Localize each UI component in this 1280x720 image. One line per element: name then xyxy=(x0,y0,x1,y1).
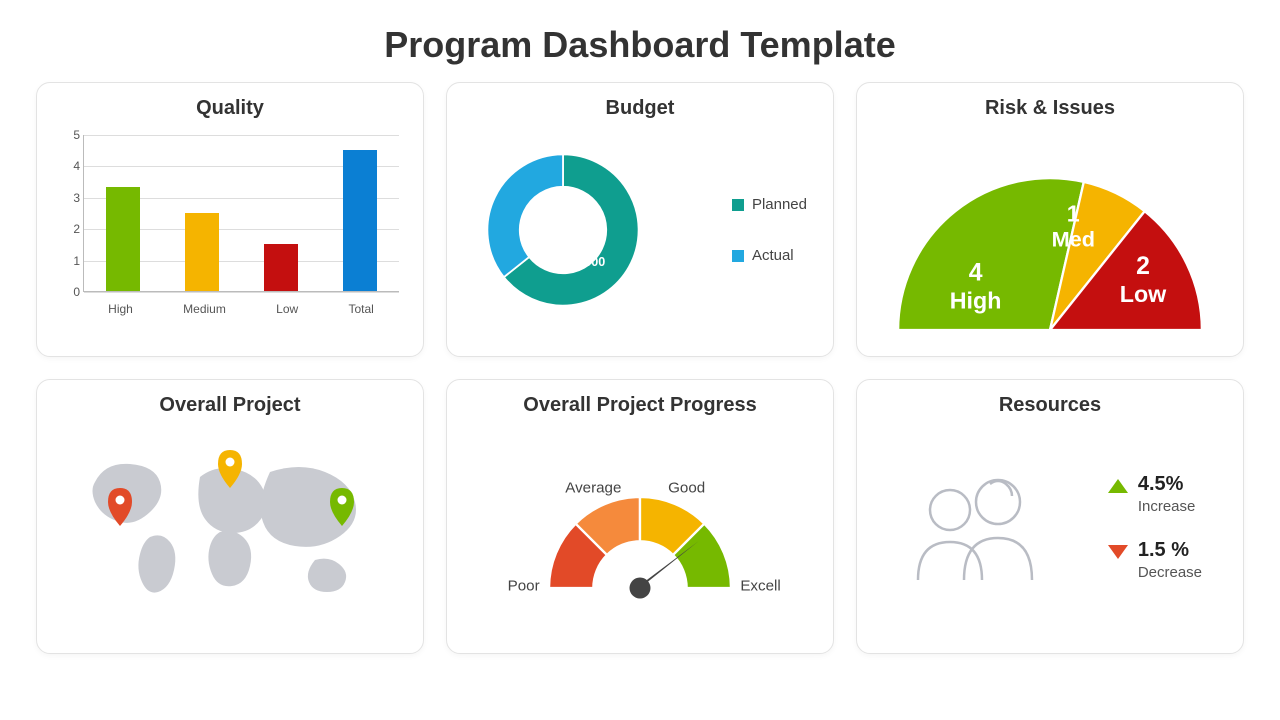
card-title-overall: Overall Project xyxy=(53,394,407,417)
quality-bar-chart: 012345 HighMediumLowTotal xyxy=(53,130,407,320)
risk-med-n: 1 xyxy=(1067,201,1080,227)
card-title-risk: Risk & Issues xyxy=(873,97,1227,120)
risk-low-l: Low xyxy=(1120,281,1167,307)
card-title-quality: Quality xyxy=(53,97,407,120)
card-budget: Budget 25000 45000 Planned Actual xyxy=(446,82,834,357)
increase-label: Increase xyxy=(1138,498,1196,515)
card-risk: Risk & Issues 4 High 1 Med 2 Low xyxy=(856,82,1244,357)
svg-text:25000: 25000 xyxy=(532,197,567,211)
legend-actual: Actual xyxy=(752,247,794,264)
xlabel: High xyxy=(108,302,133,316)
dashboard-grid: Quality 012345 HighMediumLowTotal Budget… xyxy=(0,82,1280,654)
card-quality: Quality 012345 HighMediumLowTotal xyxy=(36,82,424,357)
card-overall: Overall Project xyxy=(36,379,424,654)
budget-legend: Planned Actual xyxy=(732,196,807,264)
people-icon xyxy=(898,462,1048,592)
resource-increase: 4.5% Increase xyxy=(1108,473,1202,515)
card-resources: Resources 4.5% Increase xyxy=(856,379,1244,654)
page-title: Program Dashboard Template xyxy=(0,0,1280,82)
decrease-label: Decrease xyxy=(1138,564,1202,581)
bar-medium xyxy=(185,213,219,292)
risk-high-n: 4 xyxy=(969,259,983,286)
bar-low xyxy=(264,244,298,291)
label-poor: Poor xyxy=(508,577,540,594)
increase-value: 4.5% xyxy=(1138,473,1196,496)
decrease-value: 1.5 % xyxy=(1138,539,1202,562)
svg-text:45000: 45000 xyxy=(570,255,605,269)
label-excellent: Excellent xyxy=(740,577,780,594)
bar-high xyxy=(106,187,140,291)
risk-low-n: 2 xyxy=(1136,253,1150,280)
risk-high-l: High xyxy=(950,287,1002,313)
resource-decrease: 1.5 % Decrease xyxy=(1108,539,1202,581)
budget-donut: 25000 45000 xyxy=(473,140,653,320)
xlabel: Total xyxy=(348,302,373,316)
label-good: Good xyxy=(668,479,705,496)
card-title-progress: Overall Project Progress xyxy=(463,394,817,417)
triangle-down-icon xyxy=(1108,545,1128,559)
triangle-up-icon xyxy=(1108,479,1128,493)
bar-total xyxy=(343,150,377,291)
risk-gauge: 4 High 1 Med 2 Low xyxy=(873,130,1227,330)
xlabel: Medium xyxy=(183,302,226,316)
legend-planned: Planned xyxy=(752,196,807,213)
progress-gauge: Poor Average Good Excellent xyxy=(463,427,817,632)
risk-med-l: Med xyxy=(1052,226,1095,251)
card-progress: Overall Project Progress Poor Average Go… xyxy=(446,379,834,654)
card-title-budget: Budget xyxy=(463,97,817,120)
xlabel: Low xyxy=(276,302,298,316)
card-title-resources: Resources xyxy=(873,394,1227,417)
label-average: Average xyxy=(565,479,621,496)
world-map xyxy=(53,427,407,627)
